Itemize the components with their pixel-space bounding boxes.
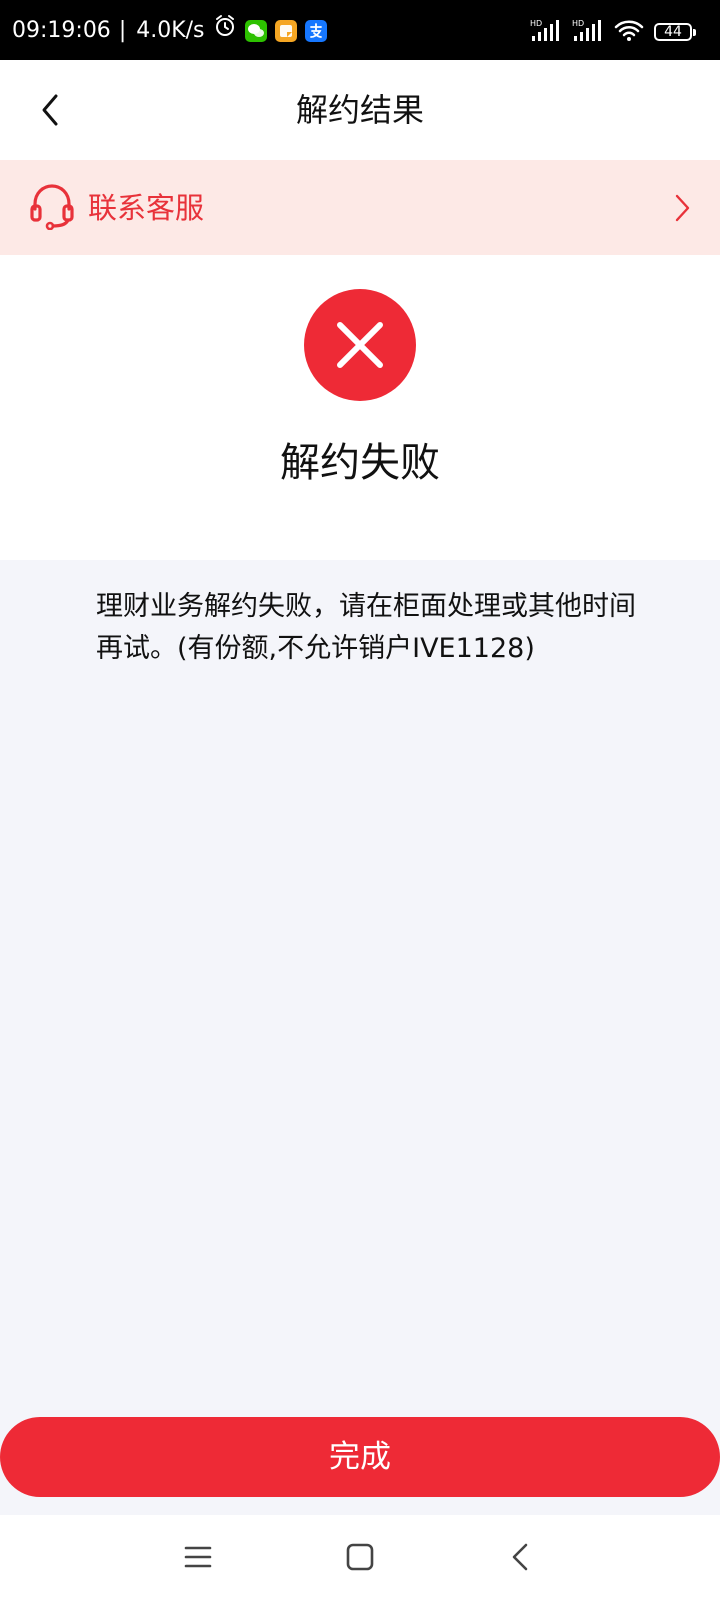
- alipay-icon: [304, 19, 327, 42]
- status-bar: 09:19:06 | 4.0K/s HD HD 44: [0, 0, 720, 60]
- status-left: 09:19:06 | 4.0K/s: [12, 14, 327, 47]
- result-title: 解约失败: [280, 440, 440, 486]
- network-speed: 4.0K/s: [136, 17, 205, 43]
- app-header: 解约结果: [0, 60, 720, 160]
- failure-message: 理财业务解约失败，请在柜面处理或其他时间再试。(有份额,不允许销户IVE1128…: [96, 591, 636, 664]
- customer-service-banner[interactable]: 联系客服: [0, 160, 720, 255]
- menu-icon[interactable]: [180, 1539, 216, 1575]
- system-navigation-bar: [0, 1515, 720, 1600]
- svg-text:HD: HD: [530, 19, 542, 28]
- wechat-icon: [244, 19, 267, 42]
- contact-service-label: 联系客服: [88, 191, 205, 225]
- page-title: 解约结果: [295, 91, 424, 129]
- back-icon[interactable]: [504, 1539, 540, 1575]
- wifi-icon: [614, 18, 644, 46]
- status-right: HD HD 44: [530, 18, 696, 46]
- home-icon[interactable]: [342, 1539, 378, 1575]
- svg-text:HD: HD: [572, 19, 584, 28]
- hd-signal-icon: HD: [572, 18, 604, 46]
- close-circle-icon: [304, 289, 416, 401]
- chevron-right-icon: [668, 193, 696, 223]
- battery-icon: 44: [654, 23, 696, 41]
- alarm-icon: [213, 14, 237, 47]
- hd-signal-icon: HD: [530, 18, 562, 46]
- notes-app-icon: [274, 19, 297, 42]
- done-button[interactable]: 完成: [0, 1417, 720, 1497]
- status-divider: |: [118, 17, 127, 43]
- status-time: 09:19:06: [12, 17, 111, 43]
- result-panel: 解约失败: [0, 255, 720, 560]
- headset-icon: [28, 182, 76, 231]
